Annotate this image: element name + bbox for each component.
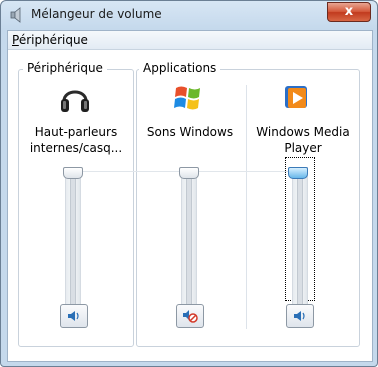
channel-name-line2: internes/casq... [29, 141, 123, 155]
mute-button-media-player[interactable] [286, 304, 314, 328]
channel-name-line1: Windows Media [256, 125, 350, 139]
slider-thumb-media-player[interactable] [288, 167, 308, 179]
channel-name-sons-windows: Sons Windows [138, 124, 242, 140]
close-button[interactable]: x [327, 2, 371, 22]
volume-slider-sons-windows[interactable] [181, 167, 197, 311]
volume-slider-media-player[interactable] [292, 167, 308, 311]
media-player-icon [284, 85, 310, 111]
applications-group-label: Applications [139, 61, 221, 75]
mute-button-headphones[interactable] [60, 304, 88, 328]
windows-logo-icon [173, 83, 203, 113]
channel-name-line1: Sons Windows [146, 125, 234, 139]
level-reference-line-1 [80, 171, 180, 172]
applications-group [136, 69, 360, 347]
channel-name-headphones: Haut-parleurs internes/casq... [22, 124, 130, 156]
slider-groove [297, 172, 303, 306]
mute-button-sons-windows[interactable] [176, 304, 204, 328]
title-bar[interactable]: Mélangeur de volume x [1, 1, 377, 29]
speaker-icon [67, 309, 81, 323]
channel-name-line2: Player [284, 141, 322, 155]
menu-label-rest: ériphérique [18, 33, 88, 47]
slider-thumb-sons-windows[interactable] [179, 167, 199, 179]
window-title: Mélangeur de volume [31, 7, 162, 21]
channel-name-media-player: Windows Media Player [248, 124, 358, 156]
slider-thumb-headphones[interactable] [63, 167, 83, 179]
menu-bar: Périphérique [8, 31, 372, 50]
speaker-muted-icon [182, 309, 198, 323]
menu-peripherique[interactable]: Périphérique [12, 33, 88, 47]
volume-mixer-window: Mélangeur de volume x Périphérique Périp… [0, 0, 378, 367]
speaker-icon [293, 309, 307, 323]
headphones-icon [60, 83, 90, 115]
client-area: Périphérique Périphérique Applications H… [7, 30, 373, 362]
slider-groove [186, 172, 192, 306]
slider-groove [70, 172, 76, 306]
speaker-app-icon [9, 7, 25, 23]
menu-mnemonic: P [12, 33, 19, 47]
channel-name-line1: Haut-parleurs [34, 125, 118, 139]
level-reference-line-2 [198, 171, 298, 172]
volume-slider-headphones[interactable] [65, 167, 81, 311]
app-separator [246, 85, 247, 329]
device-group-label: Périphérique [23, 61, 107, 75]
